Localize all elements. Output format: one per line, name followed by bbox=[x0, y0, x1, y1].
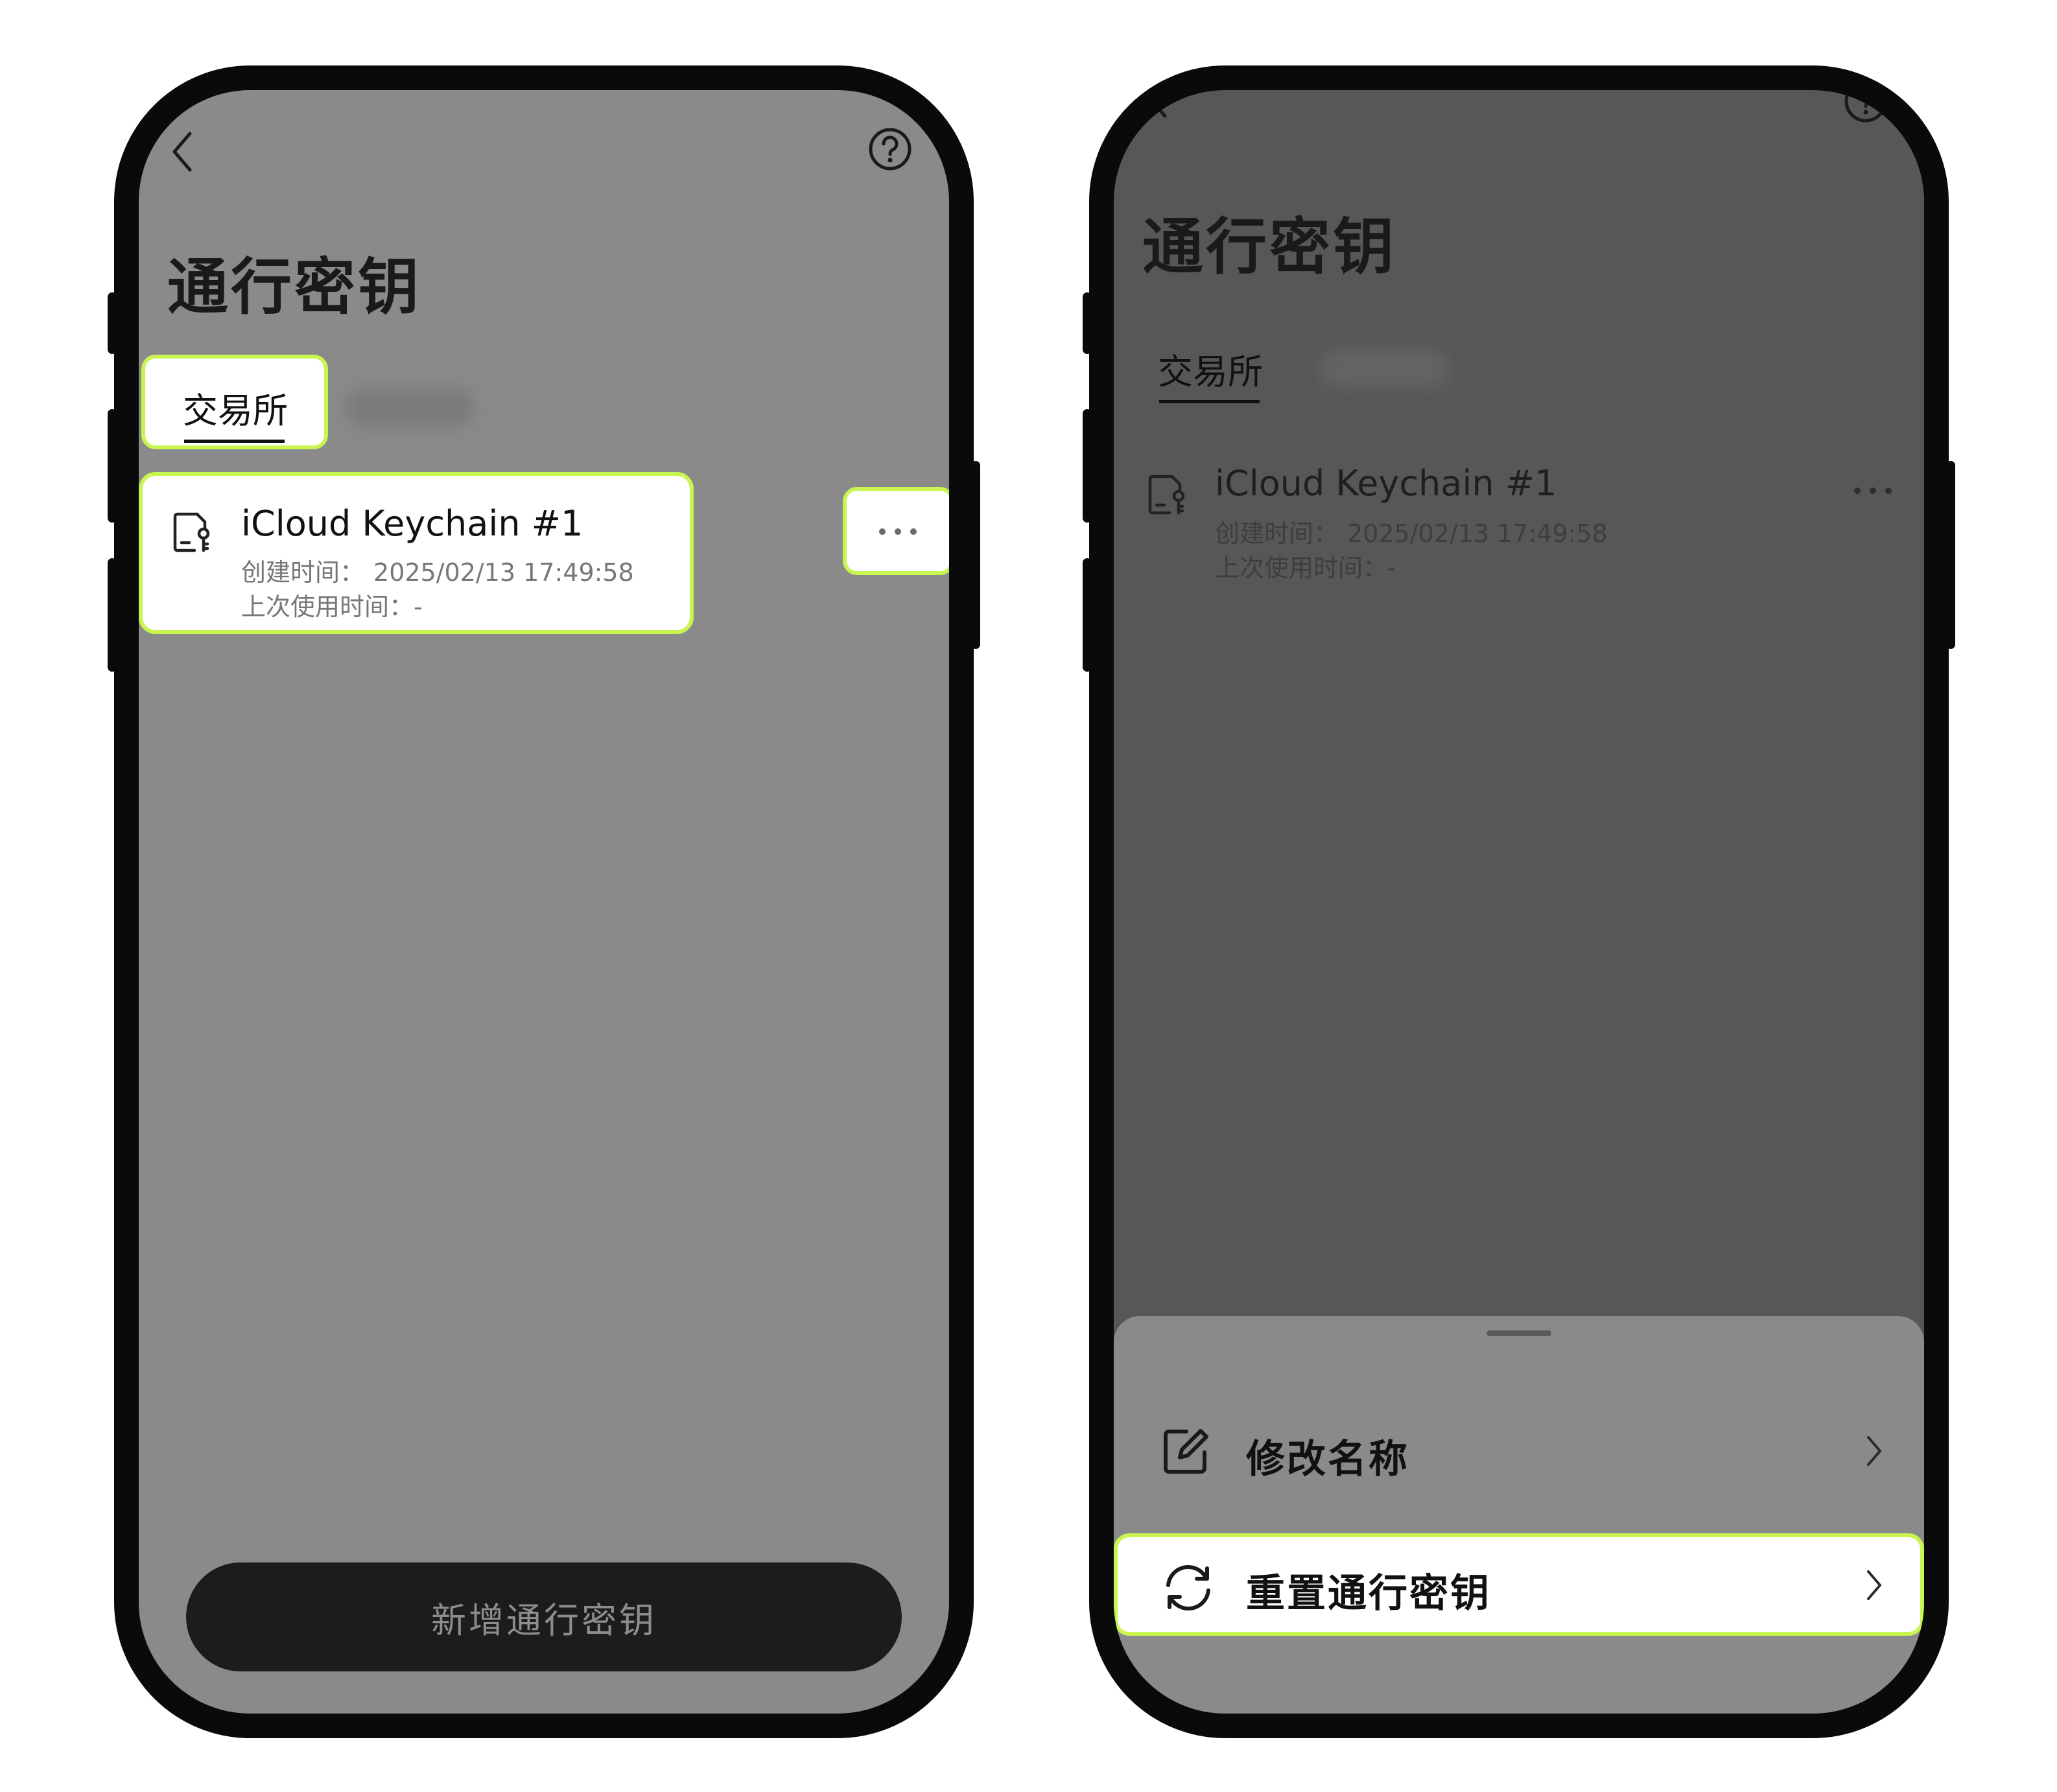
rename-label: 修改名称 bbox=[1246, 1437, 1409, 1482]
add-passkey-button[interactable]: 新增通行密钥 bbox=[186, 1562, 902, 1671]
help-icon[interactable] bbox=[867, 126, 913, 172]
chevron-right-icon bbox=[1864, 1435, 1884, 1467]
volume-down-button bbox=[1083, 558, 1092, 672]
created-time-row: 创建时间： 2025/02/13 17:49:58 bbox=[1215, 513, 1608, 549]
back-chevron-icon[interactable] bbox=[1143, 94, 1173, 120]
tab-obscured[interactable] bbox=[345, 388, 475, 427]
volume-up-button bbox=[108, 409, 117, 523]
reset-passkey-label: 重置通行密钥 bbox=[1246, 1571, 1491, 1616]
last-used-row: 上次使用时间：- bbox=[1215, 548, 1396, 584]
created-time-label: 创建时间： bbox=[241, 558, 365, 587]
phone-frame-left: 通行密钥 交易所 iCloud Keychain #1 创建时间： 2025/02… bbox=[108, 65, 980, 1738]
help-icon[interactable] bbox=[1843, 90, 1888, 124]
rename-menu-item[interactable]: 修改名称 bbox=[1114, 1399, 1924, 1502]
passkey-icon bbox=[1146, 471, 1188, 517]
more-options-button[interactable] bbox=[1854, 488, 1892, 494]
phone-frame-right: 通行密钥 交易所 iCloud Keychain #1 创建时间： 2025/02… bbox=[1083, 65, 1955, 1738]
volume-up-button bbox=[1083, 409, 1092, 523]
screen-passkey-actions: 通行密钥 交易所 iCloud Keychain #1 创建时间： 2025/02… bbox=[1114, 90, 1924, 1714]
passkey-icon bbox=[171, 509, 213, 554]
mute-switch bbox=[108, 292, 117, 354]
passkey-name: iCloud Keychain #1 bbox=[1215, 463, 1557, 504]
created-time-value: 2025/02/13 17:49:58 bbox=[1347, 519, 1608, 548]
last-used-label: 上次使用时间： bbox=[241, 593, 414, 621]
power-button bbox=[1946, 461, 1955, 649]
reset-passkey-menu-item[interactable]: 重置通行密钥 bbox=[1114, 1533, 1924, 1636]
ellipsis-icon bbox=[879, 528, 917, 535]
action-sheet: 修改名称 重置通行密钥 bbox=[1114, 1316, 1924, 1714]
last-used-row: 上次使用时间：- bbox=[241, 587, 423, 622]
volume-down-button bbox=[108, 558, 117, 672]
tab-active-indicator bbox=[184, 440, 285, 443]
last-used-value: - bbox=[414, 593, 423, 621]
passkey-name: iCloud Keychain #1 bbox=[241, 503, 583, 544]
last-used-label: 上次使用时间： bbox=[1215, 554, 1388, 582]
last-used-value: - bbox=[1387, 554, 1396, 582]
edit-icon bbox=[1160, 1425, 1212, 1477]
sheet-drag-handle[interactable] bbox=[1487, 1330, 1551, 1336]
back-chevron-icon[interactable] bbox=[168, 130, 198, 174]
refresh-icon bbox=[1160, 1563, 1216, 1612]
screen-passkey-list: 通行密钥 交易所 iCloud Keychain #1 创建时间： 2025/02… bbox=[139, 90, 949, 1714]
tab-obscured[interactable] bbox=[1320, 349, 1450, 388]
tab-active-indicator bbox=[1159, 400, 1260, 403]
mute-switch bbox=[1083, 292, 1092, 354]
created-time-label: 创建时间： bbox=[1215, 519, 1339, 548]
created-time-row: 创建时间： 2025/02/13 17:49:58 bbox=[241, 552, 634, 588]
chevron-right-icon bbox=[1864, 1569, 1884, 1601]
created-time-value: 2025/02/13 17:49:58 bbox=[373, 558, 634, 587]
page-title: 通行密钥 bbox=[1142, 212, 1397, 283]
page-title: 通行密钥 bbox=[167, 252, 422, 323]
tab-exchange-label[interactable]: 交易所 bbox=[1158, 343, 1263, 394]
power-button bbox=[971, 461, 980, 649]
tab-exchange-label: 交易所 bbox=[183, 390, 288, 431]
